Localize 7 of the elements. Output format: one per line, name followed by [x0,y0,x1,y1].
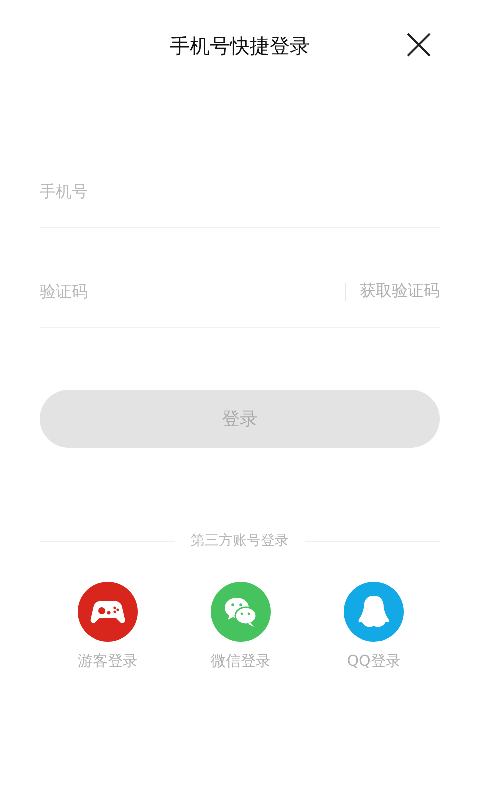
login-option-label[interactable]: QQ登录 [347,652,401,671]
get-code-button[interactable]: 获取验证码 [360,281,440,302]
login-option-label[interactable]: 游客登录 [78,652,138,671]
page-title: 手机号快捷登录 [170,32,310,60]
third-party-title: 第三方账号登录 [191,532,289,550]
close-icon[interactable] [406,32,432,58]
login-option-label[interactable]: 微信登录 [211,652,271,671]
